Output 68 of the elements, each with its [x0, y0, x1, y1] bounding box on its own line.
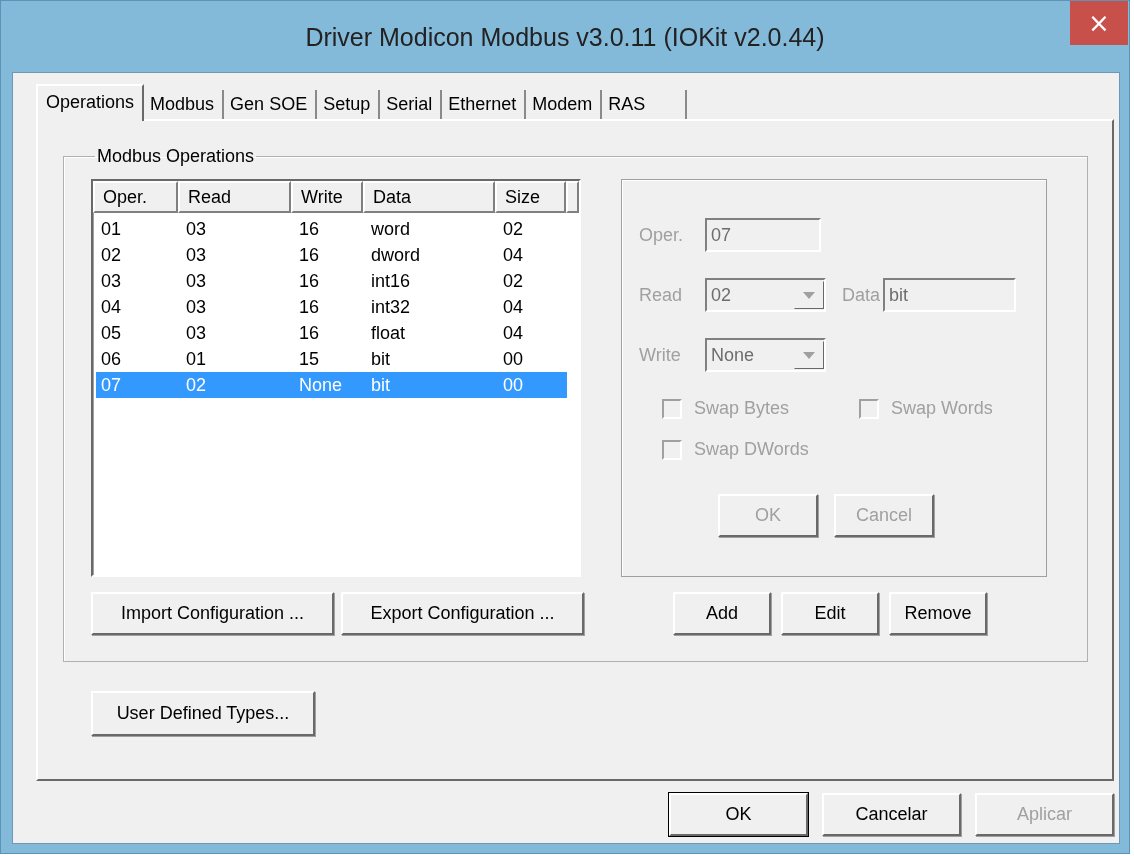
table-cell-text: 02	[502, 270, 525, 293]
table-cell-text: 16	[298, 244, 321, 267]
checkbox-label: Swap Words	[891, 398, 993, 419]
dropdown-arrow-icon	[803, 291, 815, 299]
column-header[interactable]: Oper.	[93, 181, 178, 213]
table-cell-text: 01	[185, 348, 208, 371]
table-cell-text: 03	[100, 270, 123, 293]
column-header[interactable]: Size	[495, 181, 566, 213]
table-cell-text: 04	[502, 244, 525, 267]
table-cell-text: 05	[100, 322, 123, 345]
field-label: Data	[842, 284, 881, 306]
table-cell-text: float	[370, 322, 407, 345]
table-cell-text: 03	[185, 270, 208, 293]
dialog-button[interactable]: Edit	[781, 592, 879, 635]
table-cell-text: int16	[370, 270, 412, 293]
checkbox-label: Swap Bytes	[694, 398, 790, 419]
dialog-button[interactable]: OK	[669, 793, 808, 836]
table-cell-text: 04	[100, 296, 123, 319]
table-cell-text: 16	[298, 296, 321, 319]
column-header[interactable]: Data	[363, 181, 495, 213]
list-row[interactable]: 01 03 16 word 02	[96, 216, 567, 242]
table-cell-text: 00	[502, 348, 525, 371]
list-row[interactable]: 04 03 16 int32 04	[96, 294, 567, 320]
table-cell-text: int32	[370, 296, 412, 319]
table-cell-text: bit	[370, 348, 391, 371]
column-header[interactable]: Read	[178, 181, 291, 213]
configuration-button[interactable]: Import Configuration ...	[91, 592, 334, 635]
table-cell-text: 16	[298, 218, 321, 241]
group-title: Modbus Operations	[96, 146, 256, 167]
table-cell-text: 00	[502, 374, 525, 397]
table-cell-text: 03	[185, 244, 208, 267]
table-cell-text: 02	[100, 244, 123, 267]
table-cell-text: 07	[100, 374, 123, 397]
table-cell-text: 15	[298, 348, 321, 371]
table-cell-text: None	[298, 374, 344, 397]
field-label: Oper.	[639, 224, 685, 246]
column-header[interactable]	[566, 181, 579, 213]
list-row[interactable]: 03 03 16 int16 02	[96, 268, 567, 294]
field-label: Read	[639, 284, 684, 306]
dropdown-arrow-icon	[803, 351, 815, 359]
table-cell-text: bit	[370, 374, 391, 397]
configuration-button[interactable]: Export Configuration ...	[341, 592, 584, 635]
table-cell-text: 16	[298, 270, 321, 293]
list-row[interactable]: 05 03 16 float 04	[96, 320, 567, 346]
table-cell-text: 04	[502, 322, 525, 345]
tab[interactable]: Operations	[36, 84, 145, 121]
table-cell-text: 03	[185, 218, 208, 241]
table-cell-text: dword	[370, 244, 422, 267]
list-row[interactable]: 06 01 15 bit 00	[96, 346, 567, 372]
table-cell-text: 02	[185, 374, 208, 397]
table-cell-text: 16	[298, 322, 321, 345]
table-cell-text: 03	[185, 296, 208, 319]
dialog-button[interactable]: Remove	[889, 592, 987, 635]
table-cell-text: 06	[100, 348, 123, 371]
table-cell-text: 03	[185, 322, 208, 345]
dialog-button[interactable]: Cancelar	[822, 793, 961, 836]
field-label: Write	[639, 344, 682, 366]
table-cell-text: word	[370, 218, 411, 241]
list-row[interactable]: 02 03 16 dword 04	[96, 242, 567, 268]
close-button[interactable]: ×	[1070, 1, 1128, 45]
column-header[interactable]: Write	[291, 181, 363, 213]
user-types-button[interactable]: User Defined Types...	[91, 691, 315, 736]
table-cell-text: 01	[100, 218, 123, 241]
table-cell-text: 02	[502, 218, 525, 241]
checkbox-label: Swap DWords	[694, 439, 809, 460]
dialog-button[interactable]: Add	[673, 592, 771, 635]
window-title: Driver Modicon Modbus v3.0.11 (IOKit v2.0.44)	[305, 23, 825, 52]
table-cell-text: 04	[502, 296, 525, 319]
